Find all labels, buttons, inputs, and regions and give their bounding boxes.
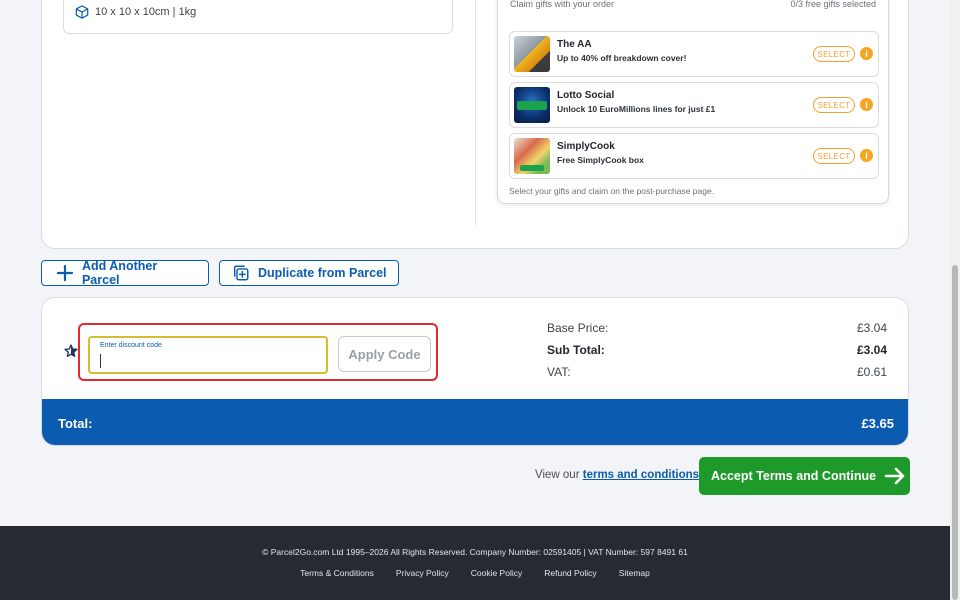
duplicate-parcel-label: Duplicate from Parcel <box>258 266 387 280</box>
info-icon[interactable]: i <box>860 149 873 162</box>
gift-desc: Unlock 10 EuroMillions lines for just £1 <box>557 104 716 114</box>
order-summary: Enter discount code Apply Code Base Pric… <box>41 297 909 446</box>
base-price-row: Base Price: £3.04 <box>547 321 887 335</box>
gift-thumbnail-simplycook <box>514 138 550 174</box>
page-scrollbar[interactable] <box>950 0 960 600</box>
footer-link-privacy[interactable]: Privacy Policy <box>396 568 449 578</box>
site-footer: © Parcel2Go.com Ltd 1995–2026 All Rights… <box>0 526 950 600</box>
footer-link-sitemap[interactable]: Sitemap <box>619 568 650 578</box>
arrow-right-icon <box>884 467 905 485</box>
gifts-panel: Claim gifts with your order 0/3 free gif… <box>497 0 889 204</box>
total-value: £3.65 <box>861 415 894 431</box>
star-icon <box>64 344 78 357</box>
gift-thumbnail-lotto-social <box>514 87 550 123</box>
gift-name: Lotto Social <box>557 90 615 101</box>
info-icon[interactable]: i <box>860 98 873 111</box>
parcel-dimensions: 10 x 10 x 10cm | 1kg <box>95 6 197 18</box>
text-caret <box>100 354 101 368</box>
package-icon <box>75 5 89 19</box>
gift-name: The AA <box>557 39 592 50</box>
footer-link-terms[interactable]: Terms & Conditions <box>300 568 374 578</box>
gift-desc: Free SimplyCook box <box>557 155 644 165</box>
gift-name: SimplyCook <box>557 141 615 152</box>
footer-link-refund[interactable]: Refund Policy <box>544 568 596 578</box>
gift-thumbnail-the-aa <box>514 36 550 72</box>
column-divider <box>475 0 476 226</box>
gift-item-lotto-social[interactable]: Lotto Social Unlock 10 EuroMillions line… <box>509 82 879 128</box>
gift-item-simplycook[interactable]: SimplyCook Free SimplyCook box SELECT i <box>509 133 879 179</box>
footer-link-cookie[interactable]: Cookie Policy <box>471 568 523 578</box>
parcel-summary: 10 x 10 x 10cm | 1kg <box>63 0 453 34</box>
accept-terms-button[interactable]: Accept Terms and Continue <box>699 457 910 495</box>
gifts-header-text: Claim gifts with your order <box>510 0 615 9</box>
gifts-count: 0/3 free gifts selected <box>790 0 876 9</box>
gift-select-button[interactable]: SELECT <box>813 148 855 164</box>
gift-item-the-aa[interactable]: The AA Up to 40% off breakdown cover! SE… <box>509 31 879 77</box>
discount-code-input[interactable]: Enter discount code <box>88 336 328 374</box>
gift-select-button[interactable]: SELECT <box>813 97 855 113</box>
discount-code-placeholder: Enter discount code <box>100 342 162 349</box>
vat-row: VAT: £0.61 <box>547 365 887 379</box>
gifts-footer-text: Select your gifts and claim on the post-… <box>509 186 715 196</box>
duplicate-from-parcel-button[interactable]: Duplicate from Parcel <box>219 260 399 286</box>
add-parcel-label: Add Another Parcel <box>81 259 158 287</box>
footer-links: Terms & Conditions Privacy Policy Cookie… <box>0 568 950 578</box>
subtotal-row: Sub Total: £3.04 <box>547 343 887 357</box>
gift-desc: Up to 40% off breakdown cover! <box>557 53 687 63</box>
total-bar: Total: £3.65 <box>42 399 908 445</box>
apply-code-button[interactable]: Apply Code <box>338 336 431 372</box>
copyright-text: © Parcel2Go.com Ltd 1995–2026 All Rights… <box>262 547 688 557</box>
add-another-parcel-button[interactable]: Add Another Parcel <box>41 259 209 287</box>
total-label: Total: <box>58 415 93 431</box>
info-icon[interactable]: i <box>860 47 873 60</box>
scrollbar-thumb[interactable] <box>952 265 958 600</box>
plus-icon <box>56 264 74 282</box>
terms-prompt: View our terms and conditions <box>535 469 700 481</box>
gift-select-button[interactable]: SELECT <box>813 46 855 62</box>
terms-link[interactable]: terms and conditions <box>583 469 699 481</box>
duplicate-icon <box>233 265 249 281</box>
accept-label: Accept Terms and Continue <box>711 469 877 483</box>
